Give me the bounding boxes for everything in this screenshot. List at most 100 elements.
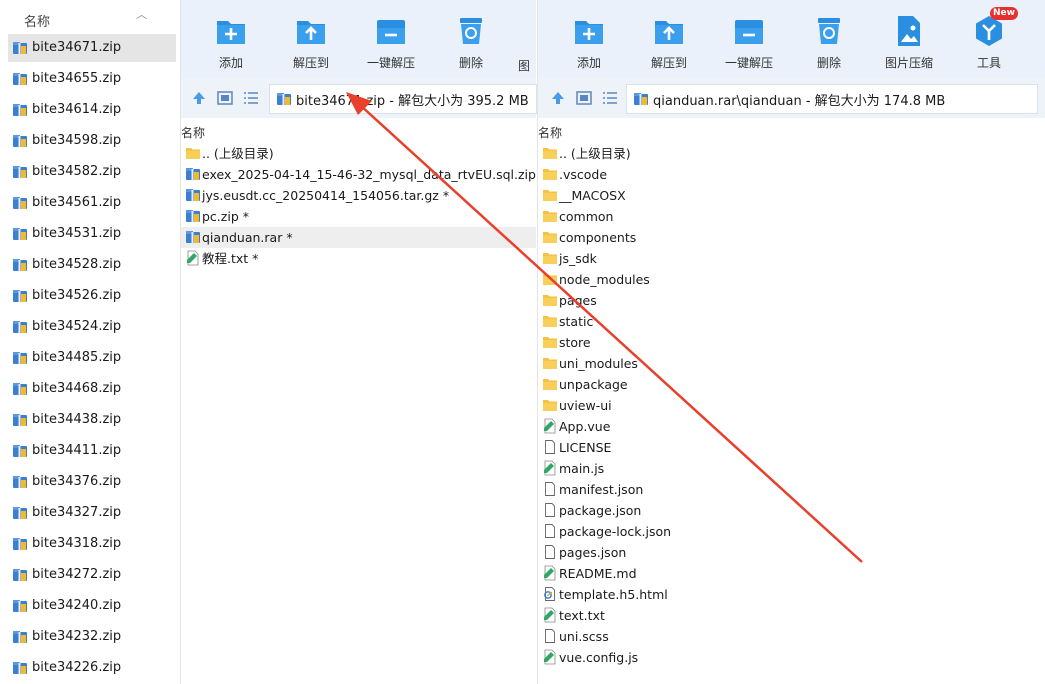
list-item[interactable]: bite34582.zip — [8, 158, 176, 186]
list-item[interactable]: bite34531.zip — [8, 220, 176, 248]
chevron-up-icon[interactable]: ︿ — [136, 6, 147, 22]
file-row[interactable]: pc.zip * — [181, 206, 536, 227]
file-row[interactable]: uview-ui — [538, 395, 1045, 416]
file-row[interactable]: LICENSE — [538, 437, 1045, 458]
list-item[interactable]: bite34240.zip — [8, 592, 176, 620]
list-item[interactable]: bite34327.zip — [8, 499, 176, 527]
file-row[interactable]: pages.json — [538, 542, 1045, 563]
file-row[interactable]: pages — [538, 290, 1045, 311]
file-row[interactable]: components — [538, 227, 1045, 248]
list-item[interactable]: bite34671.zip — [8, 34, 176, 62]
green-file-icon — [542, 607, 558, 623]
list-item[interactable]: bite34318.zip — [8, 530, 176, 558]
file-row[interactable]: uni.scss — [538, 626, 1045, 647]
pane1-path-box[interactable]: bite34671.zip - 解包大小为 395.2 MB — [269, 84, 537, 114]
file-row[interactable]: vue.config.js — [538, 647, 1045, 668]
file-row[interactable]: node_modules — [538, 269, 1045, 290]
folder-icon — [542, 229, 558, 245]
zip-icon — [185, 187, 201, 203]
folder-icon — [542, 334, 558, 350]
text-file-icon — [185, 250, 201, 266]
image-compress-button[interactable]: 图片压缩 — [879, 14, 939, 71]
extract-to-button[interactable]: 解压到 — [639, 14, 699, 71]
name-column-header[interactable]: 名称 — [24, 11, 50, 30]
image-compress-button-partial[interactable]: 图 — [516, 14, 536, 74]
extract-to-button[interactable]: 解压到 — [281, 14, 341, 71]
file-row[interactable]: .. (上级目录) — [538, 143, 1045, 164]
view-icon[interactable] — [217, 90, 233, 106]
list-item[interactable]: bite34438.zip — [8, 406, 176, 434]
left-list-header[interactable]: 名称 ︿ — [0, 0, 180, 38]
tools-button[interactable]: 工具 — [959, 14, 1019, 71]
pane2-name-column-header[interactable]: 名称 — [538, 124, 562, 141]
file-row[interactable]: package.json — [538, 500, 1045, 521]
file-row[interactable]: main.js — [538, 458, 1045, 479]
blank-file-icon — [542, 523, 558, 539]
list-item-label: bite34582.zip — [32, 164, 122, 179]
list-item-label: bite34526.zip — [32, 288, 122, 303]
list-item[interactable]: bite34272.zip — [8, 561, 176, 589]
file-name: qianduan.rar * — [202, 230, 293, 245]
list-item[interactable]: bite34232.zip — [8, 623, 176, 651]
delete-button[interactable]: 删除 — [441, 14, 501, 71]
list-item[interactable]: bite34524.zip — [8, 313, 176, 341]
file-name: store — [559, 335, 591, 350]
file-row[interactable]: .. (上级目录) — [181, 143, 536, 164]
pane1-address-bar: bite34671.zip - 解包大小为 395.2 MB — [181, 78, 537, 118]
file-row[interactable]: README.md — [538, 563, 1045, 584]
list-item[interactable]: bite34376.zip — [8, 468, 176, 496]
file-row[interactable]: template.h5.html — [538, 584, 1045, 605]
file-row[interactable]: exex_2025-04-14_15-46-32_mysql_data_rtvE… — [181, 164, 546, 185]
file-row[interactable]: manifest.json — [538, 479, 1045, 500]
list-item[interactable]: bite34614.zip — [8, 96, 176, 124]
file-name: components — [559, 230, 637, 245]
file-row[interactable]: store — [538, 332, 1045, 353]
file-row[interactable]: jys.eusdt.cc_20250414_154056.tar.gz * — [181, 185, 536, 206]
list-item[interactable]: bite34485.zip — [8, 344, 176, 372]
file-row[interactable]: App.vue — [538, 416, 1045, 437]
list-view-icon[interactable] — [602, 90, 618, 106]
list-item[interactable]: bite34528.zip — [8, 251, 176, 279]
delete-button[interactable]: 删除 — [799, 14, 859, 71]
add-button[interactable]: 添加 — [201, 14, 261, 71]
file-row[interactable]: common — [538, 206, 1045, 227]
pane2-path-box[interactable]: qianduan.rar\qianduan - 解包大小为 174.8 MB — [626, 84, 1038, 114]
list-item[interactable]: bite34526.zip — [8, 282, 176, 310]
file-row[interactable]: uni_modules — [538, 353, 1045, 374]
file-name: pc.zip * — [202, 209, 249, 224]
file-row[interactable]: .vscode — [538, 164, 1045, 185]
list-item[interactable]: bite34468.zip — [8, 375, 176, 403]
list-item-label: bite34485.zip — [32, 350, 122, 365]
list-view-icon[interactable] — [243, 90, 259, 106]
list-item[interactable]: bite34561.zip — [8, 189, 176, 217]
file-name: text.txt — [559, 608, 605, 623]
file-row[interactable]: static — [538, 311, 1045, 332]
list-item[interactable]: bite34655.zip — [8, 65, 176, 93]
one-click-extract-icon — [377, 20, 405, 44]
add-button[interactable]: 添加 — [559, 14, 619, 71]
view-icon[interactable] — [576, 90, 592, 106]
list-item[interactable]: bite34411.zip — [8, 437, 176, 465]
file-row[interactable]: js_sdk — [538, 248, 1045, 269]
blank-file-icon — [542, 544, 558, 560]
one-click-extract-button[interactable]: 一键解压 — [719, 14, 779, 71]
list-item[interactable]: bite34598.zip — [8, 127, 176, 155]
file-row[interactable]: __MACOSX — [538, 185, 1045, 206]
file-row[interactable]: package-lock.json — [538, 521, 1045, 542]
blank-file-icon — [542, 481, 558, 497]
file-name: package-lock.json — [559, 524, 672, 539]
file-name: uni_modules — [559, 356, 638, 371]
file-row[interactable]: qianduan.rar * — [181, 227, 536, 248]
up-arrow-icon[interactable] — [191, 90, 207, 106]
file-row[interactable]: unpackage — [538, 374, 1045, 395]
list-item-label: bite34671.zip — [32, 40, 122, 55]
up-arrow-icon[interactable] — [550, 90, 566, 106]
pane1-name-column-header[interactable]: 名称 — [181, 124, 205, 141]
list-item[interactable]: bite34226.zip — [8, 654, 176, 682]
file-row[interactable]: 教程.txt * — [181, 248, 536, 269]
one-click-extract-button[interactable]: 一键解压 — [361, 14, 421, 71]
folder-icon — [542, 397, 558, 413]
zip-icon — [12, 226, 28, 242]
extract-to-label: 解压到 — [292, 56, 329, 70]
file-row[interactable]: text.txt — [538, 605, 1045, 626]
